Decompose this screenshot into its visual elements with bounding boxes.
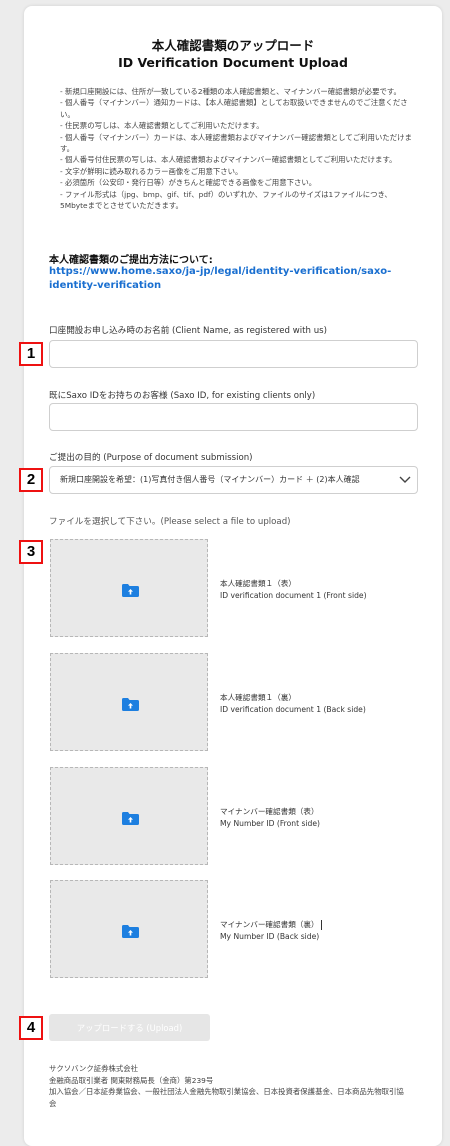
annotation-badge-1: 1 xyxy=(19,342,43,366)
folder-upload-icon xyxy=(122,812,139,825)
annotation-badge-4-label: 4 xyxy=(21,1018,41,1038)
note-line: - 新規口座開設には、住所が一致している2種類の本人確認書類と、マイナンバー確認… xyxy=(60,87,401,96)
annotation-badge-3: 3 xyxy=(19,540,43,564)
upload-dropzone-mynumber-back[interactable] xyxy=(50,880,208,978)
purpose-selected-value: 新規口座開設を希望：(1)写真付き個人番号（マイナンバー）カード ＋ (2)本人… xyxy=(60,475,360,484)
footer-line: サクソバンク証券株式会社 xyxy=(49,1064,139,1073)
folder-upload-icon xyxy=(122,584,139,597)
doc-4-label-ja-row: マイナンバー確認書類（裏） xyxy=(220,919,322,931)
saxo-id-label: 既にSaxo IDをお持ちのお客様 (Saxo ID, for existing… xyxy=(49,391,316,401)
doc-2-label-ja: 本人確認書類１（裏） xyxy=(220,693,296,702)
folder-upload-icon xyxy=(122,698,139,711)
upload-dropzone-mynumber-front[interactable] xyxy=(50,767,208,865)
note-line: す。 xyxy=(60,144,75,154)
note-line: - 個人番号（マイナンバー）通知カードは、【本人確認書類】としてお取扱いできませ… xyxy=(60,98,408,108)
doc-3-label-en: My Number ID (Front side) xyxy=(220,819,320,828)
purpose-select[interactable]: 新規口座開設を希望：(1)写真付き個人番号（マイナンバー）カード ＋ (2)本人… xyxy=(49,466,418,494)
client-name-input[interactable] xyxy=(49,340,418,368)
annotation-badge-2: 2 xyxy=(19,468,43,492)
submission-heading: 本人確認書類のご提出方法について: xyxy=(49,255,213,266)
note-line: - ファイル形式は（jpg、bmp、gif、tif、pdf）のいずれか、ファイル… xyxy=(60,189,392,199)
doc-3-label-ja: マイナンバー確認書類（表） xyxy=(220,807,319,816)
text-cursor xyxy=(320,920,322,930)
footer-line: 金融商品取引業者 関東財務局長（金商）第239号 xyxy=(49,1075,214,1085)
doc-4-label-en: My Number ID (Back side) xyxy=(220,932,320,941)
doc-1-label: 本人確認書類１（表） ID verification document 1 (F… xyxy=(220,578,367,602)
annotation-badge-3-label: 3 xyxy=(21,542,41,562)
note-line: - 個人番号付住民票の写しは、本人確認書類およびマイナンバー確認書類としてご利用… xyxy=(60,155,397,165)
footer: サクソバンク証券株式会社 金融商品取引業者 関東財務局長（金商）第239号 加入… xyxy=(49,1063,429,1109)
upload-dropzone-back-1[interactable] xyxy=(50,653,208,751)
doc-1-label-ja: 本人確認書類１（表） xyxy=(220,579,296,588)
doc-3-label: マイナンバー確認書類（表） My Number ID (Front side) xyxy=(220,806,320,830)
note-line: - 文字が鮮明に読み取れるカラー画像をご用意下さい。 xyxy=(60,166,243,176)
note-line: - 必須箇所（公安印・発行日等）がきちんと確認できる画像をご用意下さい。 xyxy=(60,178,317,188)
annotation-badge-2-label: 2 xyxy=(21,470,41,490)
footer-line: 加入協会／日本証券業協会、一般社団法人金融先物取引業協会、日本投資者保護基金、日… xyxy=(49,1087,404,1097)
folder-upload-icon xyxy=(122,925,139,938)
instructions-notes: - 新規口座開設には、住所が一致している2種類の本人確認書類と、マイナンバー確認… xyxy=(60,86,438,211)
annotation-badge-4: 4 xyxy=(19,1016,43,1040)
doc-4-label: マイナンバー確認書類（裏） My Number ID (Back side) xyxy=(220,919,322,943)
note-line: - 住民票の写しは、本人確認書類としてご利用いただけます。 xyxy=(60,121,264,131)
client-name-label: 口座開設お申し込み時のお名前 (Client Name, as register… xyxy=(49,326,327,336)
file-select-prompt: ファイルを選択して下さい。(Please select a file to up… xyxy=(49,517,291,527)
doc-2-label: 本人確認書類１（裏） ID verification document 1 (B… xyxy=(220,692,366,716)
doc-1-label-en: ID verification document 1 (Front side) xyxy=(220,591,367,600)
note-line: 5Mbyteまでとさせていただきます。 xyxy=(60,201,183,211)
note-line: い。 xyxy=(60,109,75,119)
chevron-down-icon xyxy=(399,476,411,483)
purpose-label: ご提出の目的 (Purpose of document submission) xyxy=(49,453,253,463)
doc-2-label-en: ID verification document 1 (Back side) xyxy=(220,705,366,714)
footer-line: 会 xyxy=(49,1098,57,1108)
upload-button[interactable]: アップロードする (Upload) xyxy=(49,1014,210,1041)
doc-4-label-ja: マイナンバー確認書類（裏） xyxy=(220,920,319,929)
saxo-id-input[interactable] xyxy=(49,403,418,431)
upload-dropzone-front-1[interactable] xyxy=(50,539,208,637)
identity-verification-link[interactable]: https://www.home.saxo/ja-jp/legal/identi… xyxy=(49,265,409,293)
page-title: 本人確認書類のアップロード xyxy=(151,38,315,53)
annotation-badge-1-label: 1 xyxy=(21,344,41,364)
page-subtitle: ID Verification Document Upload xyxy=(118,55,348,70)
note-line: - 個人番号（マイナンバー）カードは、本人確認書類およびマイナンバー確認書類とし… xyxy=(60,132,412,142)
